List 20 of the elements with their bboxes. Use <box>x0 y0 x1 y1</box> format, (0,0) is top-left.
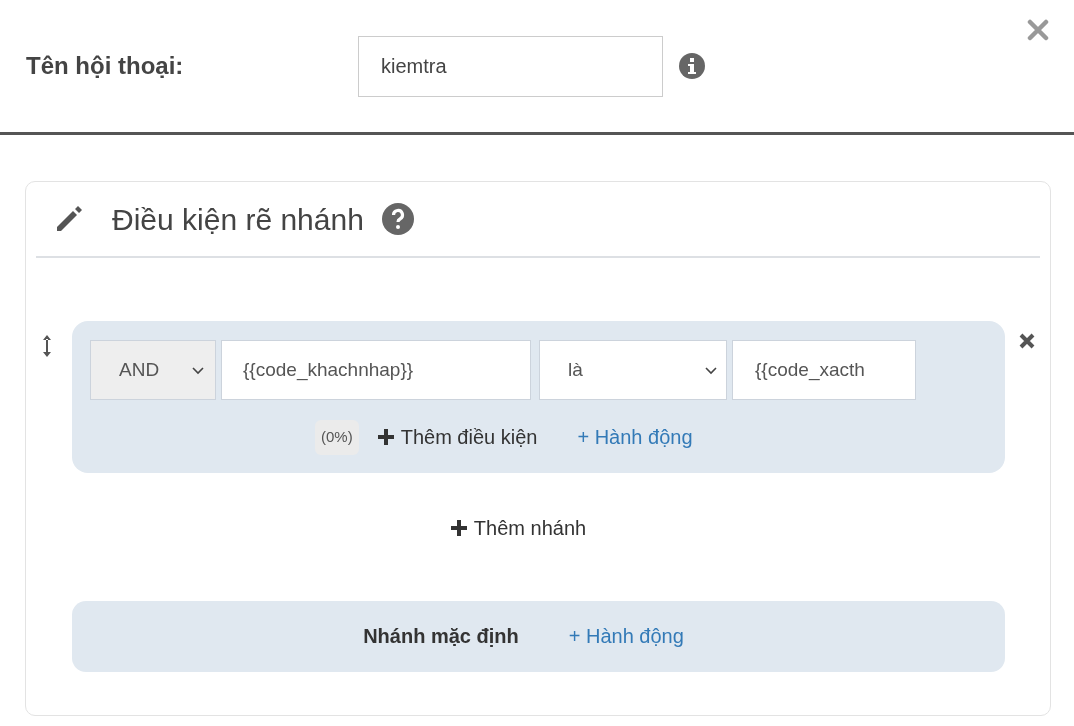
default-branch-label: Nhánh mặc định <box>363 624 519 649</box>
dialog-name-field[interactable]: kiemtra <box>358 35 663 97</box>
logic-select[interactable]: AND <box>90 340 216 400</box>
variable-field[interactable]: {{code_khachnhap}} <box>221 340 531 400</box>
plus-icon <box>376 428 395 447</box>
percent-badge: (0%) <box>315 420 359 455</box>
vertical-arrows-icon[interactable] <box>42 333 52 359</box>
help-icon[interactable] <box>381 203 414 235</box>
operator-select[interactable]: là <box>539 340 727 400</box>
add-action-link[interactable]: + Hành động <box>577 422 693 453</box>
close-icon[interactable] <box>1027 19 1049 41</box>
add-action-link[interactable]: + Hành động <box>568 621 684 651</box>
dialog-name-label: Tên hội thoại: <box>26 51 185 81</box>
value-field[interactable]: {{code_xacth <box>732 340 916 400</box>
info-icon[interactable] <box>679 53 705 79</box>
add-condition-button[interactable]: Thêm điều kiện <box>376 422 538 453</box>
remove-icon[interactable] <box>1018 332 1036 350</box>
plus-icon <box>449 518 468 537</box>
add-branch-button[interactable]: Thêm nhánh <box>449 512 587 543</box>
section-title: Điều kiện rẽ nhánh <box>112 201 364 238</box>
